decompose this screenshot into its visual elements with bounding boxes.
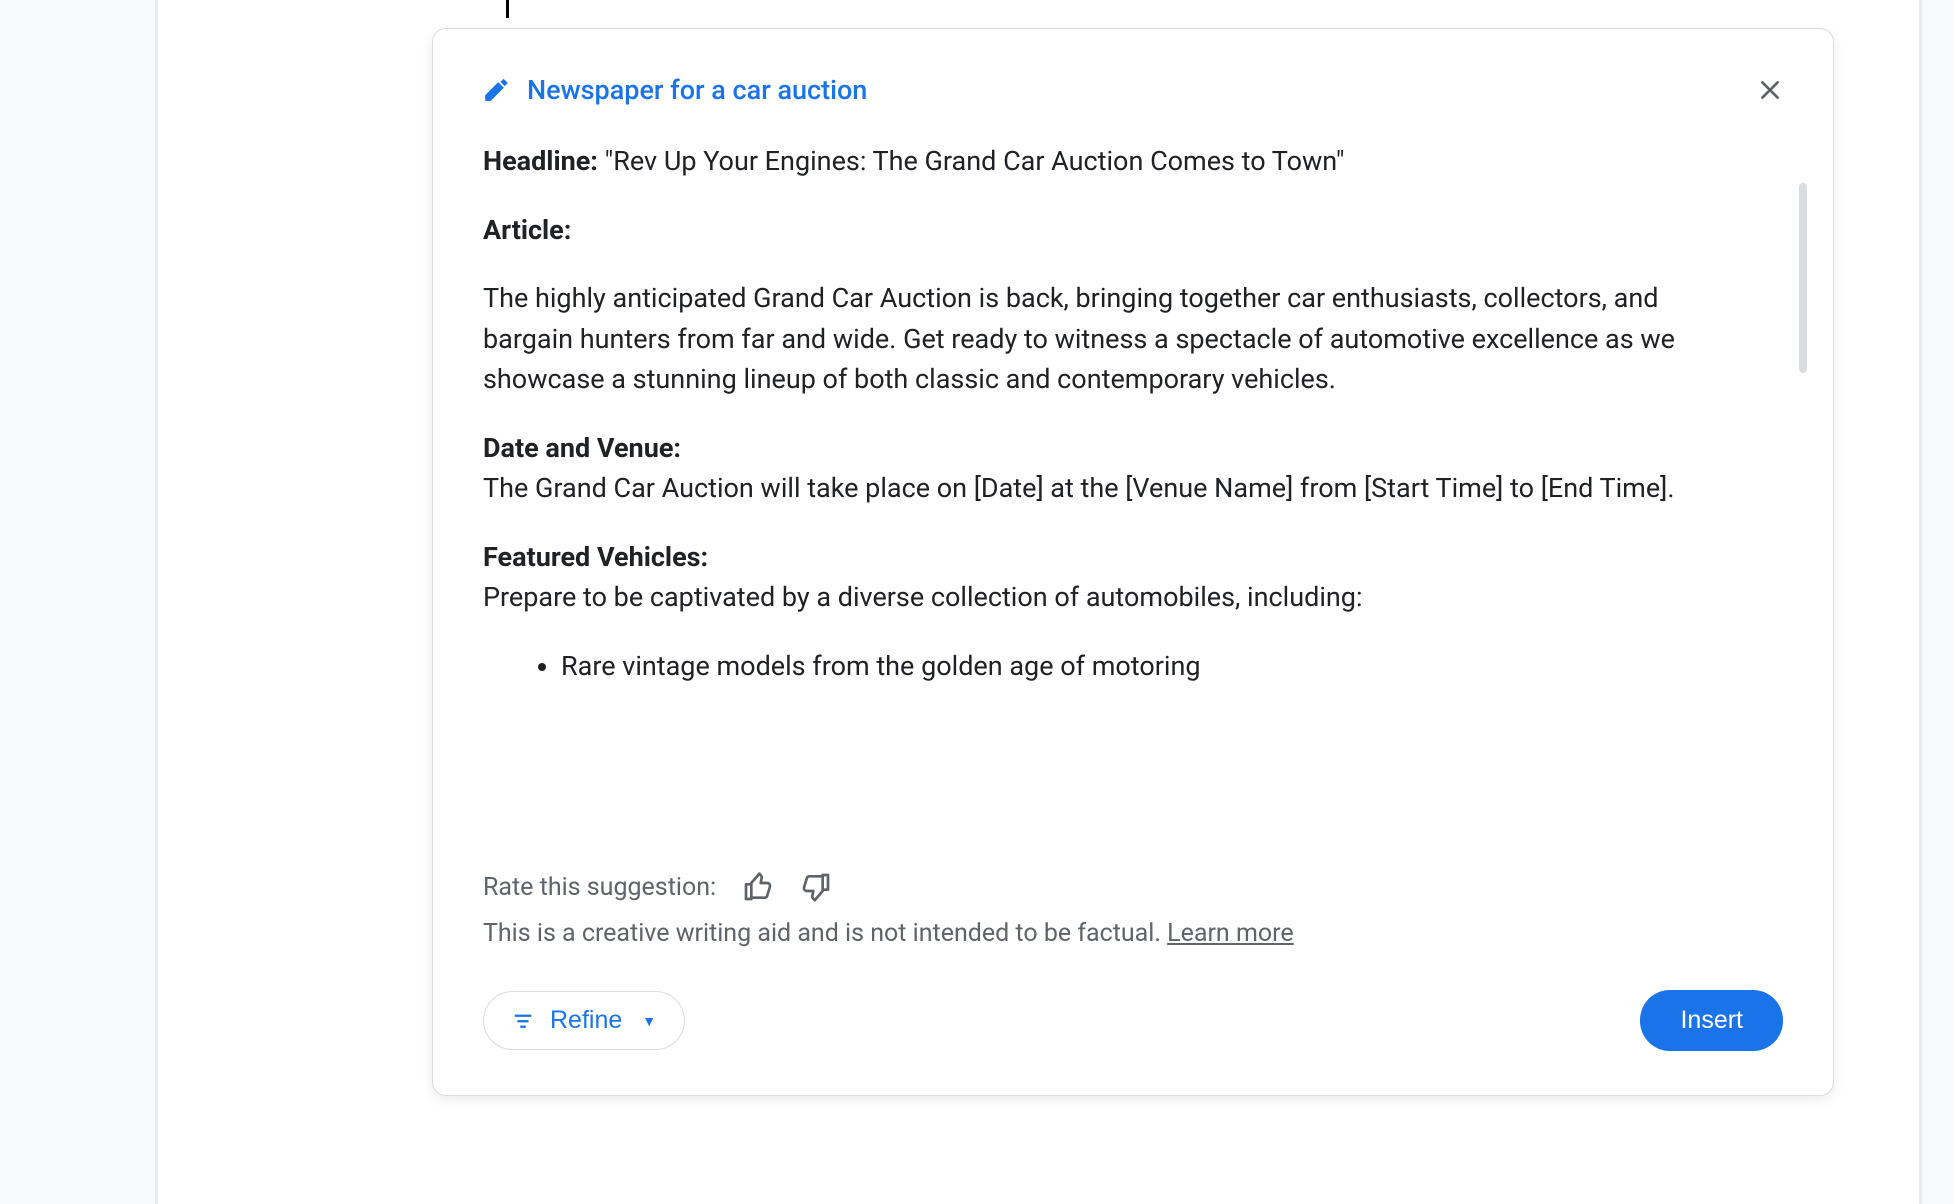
generated-content: Headline: "Rev Up Your Engines: The Gran… [483, 141, 1783, 821]
ai-suggestion-card: Newspaper for a car auction Headline: "R… [432, 28, 1834, 1096]
learn-more-link[interactable]: Learn more [1167, 919, 1293, 948]
rating-row: Rate this suggestion: [483, 871, 1783, 903]
thumbs-up-button[interactable] [742, 871, 774, 903]
refine-button[interactable]: Refine ▼ [483, 991, 685, 1050]
text-cursor [506, 0, 509, 18]
card-header: Newspaper for a car auction [483, 69, 1783, 111]
card-title: Newspaper for a car auction [527, 74, 1723, 106]
scrollbar-thumb[interactable] [1799, 183, 1807, 373]
featured-intro: Prepare to be captivated by a diverse co… [483, 581, 1363, 613]
filter-icon [512, 1010, 534, 1032]
document-page: Newspaper for a car auction Headline: "R… [158, 0, 1919, 1204]
insert-button[interactable]: Insert [1640, 990, 1783, 1051]
thumbs-down-button[interactable] [800, 871, 832, 903]
headline-text: "Rev Up Your Engines: The Grand Car Auct… [598, 145, 1345, 177]
content-scroll-area[interactable]: Headline: "Rev Up Your Engines: The Gran… [483, 141, 1783, 841]
close-button[interactable] [1749, 69, 1791, 111]
date-venue-text: The Grand Car Auction will take place on… [483, 472, 1674, 504]
headline-label: Headline: [483, 145, 598, 177]
disclaimer-text: This is a creative writing aid and is no… [483, 919, 1167, 948]
date-venue-label: Date and Venue: [483, 432, 681, 464]
article-label: Article: [483, 214, 571, 246]
rate-label: Rate this suggestion: [483, 873, 716, 902]
article-paragraph: The highly anticipated Grand Car Auction… [483, 278, 1743, 400]
featured-item: Rare vintage models from the golden age … [561, 646, 1743, 687]
refine-label: Refine [550, 1006, 622, 1035]
sparkle-pencil-icon [483, 77, 509, 103]
disclaimer: This is a creative writing aid and is no… [483, 919, 1783, 948]
chevron-down-icon: ▼ [642, 1013, 656, 1029]
page-margin-right [1919, 0, 1922, 1204]
card-footer: Rate this suggestion: This is a creative… [483, 871, 1783, 1051]
featured-label: Featured Vehicles: [483, 541, 708, 573]
action-row: Refine ▼ Insert [483, 990, 1783, 1051]
